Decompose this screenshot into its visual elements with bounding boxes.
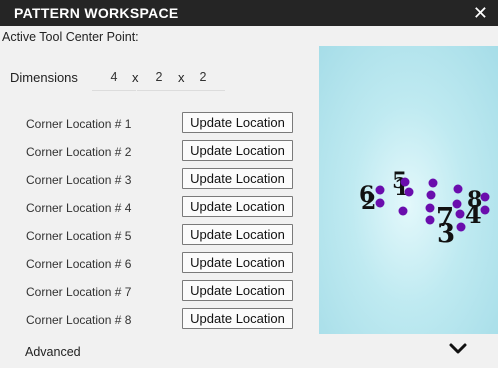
pattern-point: [480, 192, 490, 202]
pattern-point: [480, 205, 490, 215]
update-location-1-button[interactable]: Update Location: [182, 112, 293, 133]
pattern-point: [375, 198, 385, 208]
pattern-point: [398, 206, 408, 216]
pattern-point: [425, 215, 435, 225]
corner-location-4-label: Corner Location # 4: [26, 201, 132, 215]
corner-number-2: 2: [361, 189, 376, 215]
corner-location-3-label: Corner Location # 3: [26, 173, 132, 187]
update-location-4-button[interactable]: Update Location: [182, 196, 293, 217]
corner-location-1-label: Corner Location # 1: [26, 117, 132, 131]
dimension-x-input[interactable]: [92, 64, 136, 91]
pattern-point: [426, 190, 436, 200]
advanced-label[interactable]: Advanced: [25, 345, 81, 359]
update-location-5-button[interactable]: Update Location: [182, 224, 293, 245]
update-location-2-button[interactable]: Update Location: [182, 140, 293, 161]
window-title: PATTERN WORKSPACE: [14, 5, 179, 21]
dimensions-label: Dimensions: [10, 70, 78, 85]
corner-number-3: 3: [437, 219, 455, 249]
pattern-point: [455, 209, 465, 219]
pattern-point: [400, 177, 410, 187]
corner-location-2-label: Corner Location # 2: [26, 145, 132, 159]
corner-location-5-label: Corner Location # 5: [26, 229, 132, 243]
pattern-point: [404, 187, 414, 197]
update-location-8-button[interactable]: Update Location: [182, 308, 293, 329]
chevron-down-icon[interactable]: [448, 342, 468, 361]
pattern-point: [456, 222, 466, 232]
pattern-point: [428, 178, 438, 188]
corner-number-4: 4: [465, 200, 482, 229]
3d-viewport[interactable]: 6 2 5 1 7 3 8 4: [319, 46, 498, 334]
close-icon[interactable]: ✕: [473, 2, 488, 24]
update-location-6-button[interactable]: Update Location: [182, 252, 293, 273]
pattern-point: [425, 203, 435, 213]
title-bar: PATTERN WORKSPACE ✕: [0, 0, 498, 26]
pattern-point: [375, 185, 385, 195]
corner-location-7-label: Corner Location # 7: [26, 285, 132, 299]
pattern-point: [453, 184, 463, 194]
dimension-z-input[interactable]: [181, 64, 225, 91]
corner-location-6-label: Corner Location # 6: [26, 257, 132, 271]
update-location-3-button[interactable]: Update Location: [182, 168, 293, 189]
pattern-point: [452, 199, 462, 209]
update-location-7-button[interactable]: Update Location: [182, 280, 293, 301]
active-tool-center-point-label: Active Tool Center Point:: [2, 30, 139, 44]
corner-location-8-label: Corner Location # 8: [26, 313, 132, 327]
dimension-y-input[interactable]: [137, 64, 181, 91]
